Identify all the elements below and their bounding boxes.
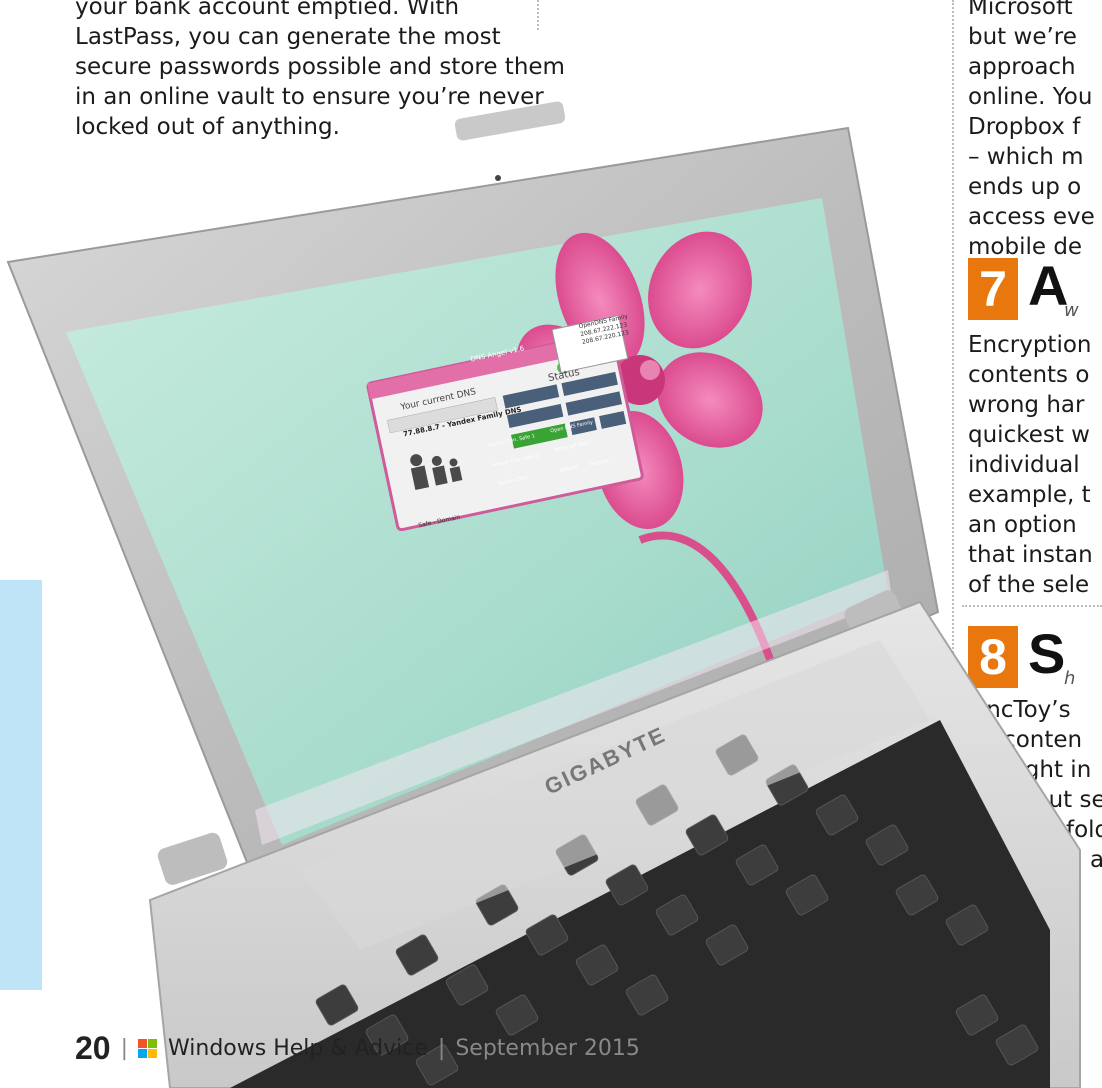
windows-logo-icon xyxy=(138,1038,158,1059)
webcam-icon xyxy=(495,175,501,181)
footer-separator: | xyxy=(120,1036,129,1061)
page-footer: 20 | Windows Help & Advice | September 2… xyxy=(75,1030,640,1067)
footer-separator: | xyxy=(437,1036,446,1061)
magazine-name: Windows Help & Advice xyxy=(168,1036,428,1061)
issue-date: September 2015 xyxy=(455,1036,640,1061)
lid-tab xyxy=(454,101,566,141)
page-number: 20 xyxy=(75,1030,111,1066)
laptop-illustration xyxy=(6,101,1081,1088)
